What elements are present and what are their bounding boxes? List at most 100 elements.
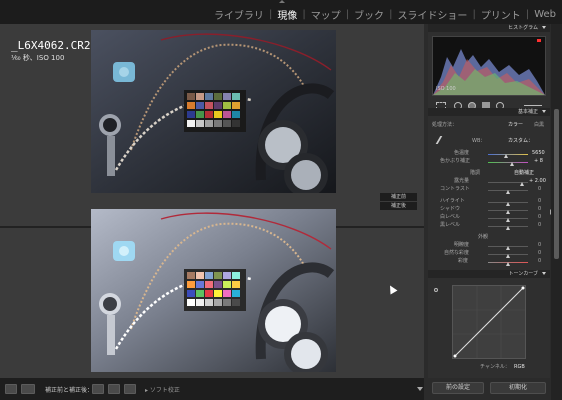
module-separator: | (525, 9, 530, 20)
targeted-adjustment-icon[interactable] (434, 288, 438, 292)
reset-button[interactable]: 初期化 (490, 382, 546, 394)
module-develop[interactable]: 現像 (277, 7, 297, 22)
develop-right-panel: ヒストグラム ISO 100 基本補正 処理方法： カラー 白黒 WB： カスタ… (428, 24, 550, 378)
blacks-slider-knob[interactable] (506, 226, 510, 230)
vibrance-value[interactable]: 0 (538, 250, 541, 256)
temp-slider[interactable] (488, 154, 528, 155)
before-after-view-button[interactable] (21, 384, 35, 394)
temp-slider-knob[interactable] (504, 154, 508, 158)
wb-value[interactable]: カスタム： (508, 138, 533, 144)
saturation-label: 彩度 (458, 258, 469, 264)
loupe-view-button[interactable] (5, 384, 17, 394)
copy-after-to-before-button[interactable] (108, 384, 120, 394)
tone-curve-title: トーンカーブ (508, 271, 538, 277)
presence-label: 外観 (478, 234, 489, 240)
vibrance-slider-knob[interactable] (506, 254, 510, 258)
saturation-value[interactable]: 0 (538, 258, 541, 264)
wb-label: WB： (472, 138, 486, 144)
exposure-label: 露光量 (454, 178, 470, 184)
toolbar-menu-icon[interactable] (417, 387, 423, 391)
treatment-label: 処理方法： (432, 122, 458, 128)
histogram-info: ISO 100 (436, 86, 456, 92)
before-after-label: 補正前と補正後： (45, 387, 94, 394)
tone-curve-header[interactable]: トーンカーブ (428, 270, 550, 278)
tint-value[interactable]: + 8 (534, 158, 543, 164)
module-book[interactable]: ブック (354, 7, 384, 22)
before-tag: 補正前 (380, 193, 417, 201)
copy-before-to-after-button[interactable] (92, 384, 104, 394)
scrollbar-thumb[interactable] (554, 109, 559, 259)
basic-title: 基本補正 (517, 109, 538, 115)
module-web[interactable]: Web (534, 9, 556, 20)
exposure-info: ¹⁄₆₀ 秒、ISO 100 (11, 54, 65, 62)
whites-slider-knob[interactable] (506, 218, 510, 222)
collapse-icon (542, 26, 546, 29)
soft-proof-label: ソフト校正 (149, 387, 180, 394)
after-tag: 補正後 (380, 202, 417, 210)
shadows-value[interactable]: 0 (538, 206, 541, 212)
tone-label: 階調 (470, 170, 481, 176)
after-photo-art (91, 209, 336, 372)
tone-curve-graph[interactable] (452, 285, 526, 359)
channel-select[interactable]: RGB (514, 364, 525, 370)
tone-curve-plot (453, 286, 525, 358)
shadows-slider-knob[interactable] (506, 210, 510, 214)
bottom-toolbar: 補正前と補正後： ▸ ソフト校正 (0, 378, 424, 400)
module-list: ライブラリ | 現像 | マップ | ブック | スライドショー | プリント … (214, 7, 556, 22)
tint-slider[interactable] (488, 162, 528, 163)
collapse-icon (542, 272, 546, 275)
collapse-icon (542, 110, 546, 113)
white-balance-picker-icon[interactable] (435, 136, 451, 144)
temp-label: 色温度 (454, 150, 470, 156)
auto-tone-button[interactable]: 自動補正 (514, 170, 534, 176)
after-photo[interactable] (91, 209, 336, 372)
module-separator: | (345, 9, 350, 20)
module-slideshow[interactable]: スライドショー (397, 7, 467, 22)
before-photo[interactable] (91, 30, 336, 193)
swap-before-after-button[interactable] (124, 384, 136, 394)
temp-value[interactable]: 5650 (532, 150, 545, 156)
tint-label: 色かぶり補正 (440, 158, 471, 164)
vibrance-label: 自然な彩度 (444, 250, 470, 256)
highlights-value[interactable]: 0 (538, 198, 541, 204)
module-separator: | (389, 9, 393, 20)
whites-value[interactable]: 0 (538, 214, 541, 220)
before-photo-art (91, 30, 336, 193)
saturation-slider-knob[interactable] (506, 262, 510, 266)
panel-scrollbar[interactable] (551, 24, 562, 400)
module-print[interactable]: プリント (481, 7, 521, 22)
clarity-label: 明瞭度 (454, 242, 470, 248)
exposure-value[interactable]: + 2.00 (529, 178, 546, 184)
basic-header[interactable]: 基本補正 (428, 108, 550, 116)
adjustment-brush-icon[interactable] (524, 105, 542, 106)
exposure-slider-knob[interactable] (520, 182, 524, 186)
module-map[interactable]: マップ (311, 7, 341, 22)
highlights-slider-knob[interactable] (506, 202, 510, 206)
blacks-label: 黒レベル (440, 222, 461, 228)
blacks-value[interactable]: 0 (538, 222, 541, 228)
previous-settings-button[interactable]: 前の設定 (432, 382, 484, 394)
treatment-bw-option[interactable]: 白黒 (534, 122, 544, 128)
module-separator: | (302, 9, 306, 20)
treatment-color-option[interactable]: カラー (508, 122, 523, 128)
collapse-top-panel-icon[interactable] (279, 0, 285, 3)
histogram-title: ヒストグラム (508, 25, 538, 31)
module-separator: | (472, 9, 476, 20)
whites-label: 白レベル (440, 214, 461, 220)
contrast-value[interactable]: 0 (538, 186, 541, 192)
histogram-header[interactable]: ヒストグラム (428, 24, 550, 32)
file-name: _L6X4062.CR2 (11, 39, 91, 52)
clarity-value[interactable]: 0 (538, 242, 541, 248)
contrast-slider-knob[interactable] (506, 190, 510, 194)
contrast-label: コントラスト (440, 186, 470, 192)
soft-proof-checkbox[interactable]: ▸ ソフト校正 (145, 385, 180, 394)
module-picker: ライブラリ | 現像 | マップ | ブック | スライドショー | プリント … (0, 0, 562, 24)
shadows-label: シャドウ (440, 206, 461, 212)
module-library[interactable]: ライブラリ (214, 7, 264, 22)
highlights-label: ハイライト (440, 198, 465, 204)
channel-label: チャンネル： (480, 364, 510, 370)
histogram[interactable]: ISO 100 (432, 36, 546, 96)
clarity-slider-knob[interactable] (506, 246, 510, 250)
module-separator: | (268, 9, 273, 20)
tint-slider-knob[interactable] (510, 162, 514, 166)
